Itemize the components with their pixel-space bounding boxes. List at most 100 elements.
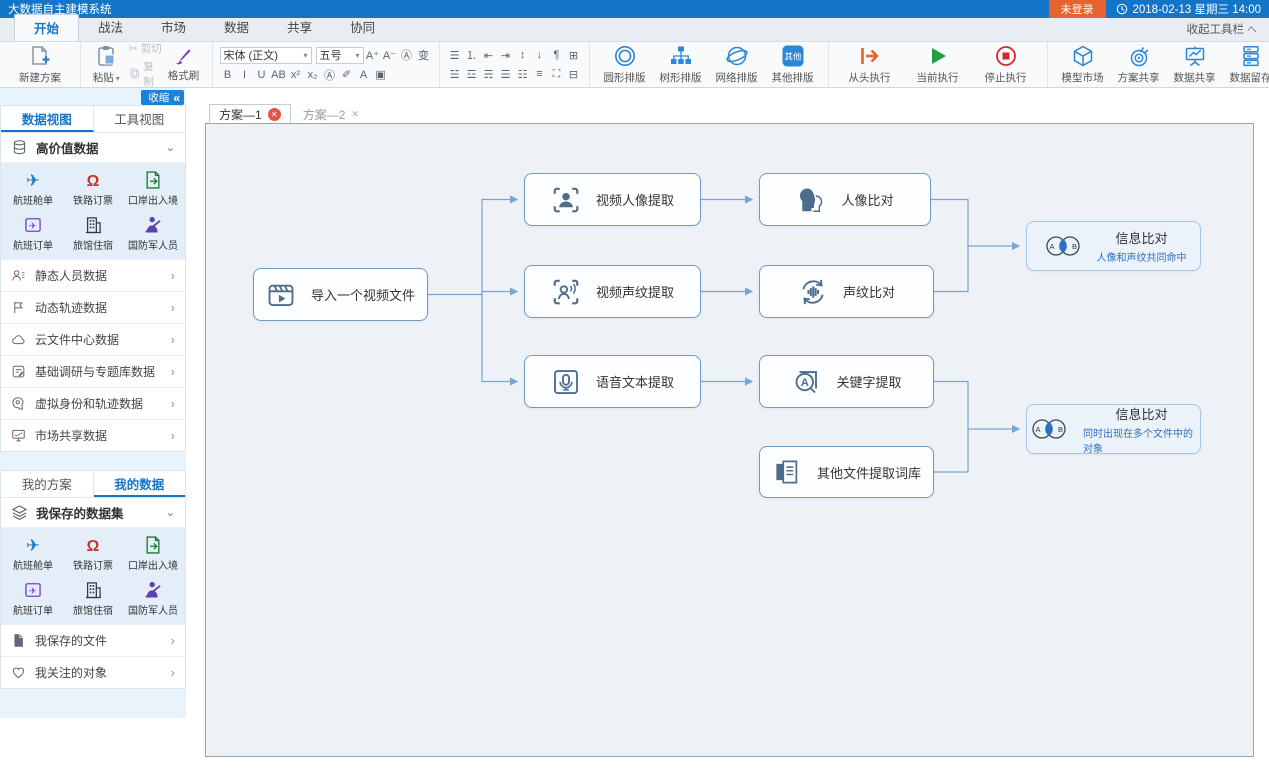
copy-button[interactable]: 复制 [129,59,163,89]
manage-button[interactable]: 模型市场 [1055,44,1111,85]
format-painter-button[interactable]: 格式刷 [162,46,204,83]
close-icon[interactable] [268,108,281,121]
font-style-button[interactable]: Ⓐ [322,67,338,83]
font-style-button[interactable]: AB [271,67,287,83]
paragraph-button[interactable]: ⛶ [549,66,565,82]
my-item-row[interactable]: 我保存的文件 [1,624,185,656]
font-effect-button[interactable]: A⁺ [365,47,381,63]
ribbon-tab[interactable]: 协同 [331,14,394,41]
font-style-button[interactable]: I [237,67,253,83]
ribbon-tab[interactable]: 共享 [268,14,331,41]
paragraph-button[interactable]: ☷ [515,66,531,82]
layout-button[interactable]: 树形排版 [653,44,709,85]
dataset-item[interactable]: 航班订单 [3,211,63,256]
plan-tab[interactable]: 方案—2 [293,104,369,123]
paragraph-button[interactable]: ☰ [447,47,463,63]
paragraph-button[interactable]: ☰ [498,66,514,82]
login-status-badge[interactable]: 未登录 [1049,0,1106,18]
panel-tab[interactable]: 我的数据 [94,471,186,497]
flow-node-speech-text-extract[interactable]: 语音文本提取 [524,355,701,408]
flow-node-voiceprint-compare[interactable]: 声纹比对 [759,265,934,318]
layout-button[interactable]: 圆形排版 [597,44,653,85]
paragraph-button[interactable]: ⊞ [566,47,582,63]
dataset-item[interactable]: 国防军人员 [123,576,183,621]
ribbon-tab[interactable]: 数据 [205,14,268,41]
manage-button[interactable]: 数据留存 [1223,44,1269,85]
paragraph-button[interactable]: ⇥ [498,47,514,63]
ribbon-tab[interactable]: 开始 [14,14,79,41]
flow-node-video-face-extract[interactable]: 视频人像提取 [524,173,701,226]
paragraph-button[interactable]: ☱ [447,66,463,82]
paragraph-button[interactable]: ↓ [532,47,548,63]
paragraph-button[interactable]: ⇤ [481,47,497,63]
flow-node-keyword-extract[interactable]: 关键字提取 [759,355,934,408]
data-category-row[interactable]: 静态人员数据 [1,259,185,291]
execute-button[interactable]: 停止执行 [972,44,1040,85]
dataset-item[interactable]: 旅馆住宿 [63,576,123,621]
font-style-button[interactable]: A [356,67,372,83]
dataset-item[interactable]: 航班舱单 [3,531,63,576]
section-saved-datasets[interactable]: 我保存的数据集 [1,498,185,528]
ribbon-tab[interactable]: 市场 [142,14,205,41]
flow-canvas[interactable]: 导入一个视频文件 视频人像提取 视频声纹提取 语音文本提取 人像比对 声纹比对 … [205,123,1254,757]
font-size-select[interactable]: 五号 [316,47,364,64]
panel-tab[interactable]: 我的方案 [1,471,94,497]
my-item-row[interactable]: 我关注的对象 [1,656,185,688]
item-icon [11,665,26,680]
paragraph-button[interactable]: ↕ [515,47,531,63]
close-icon[interactable] [351,109,359,120]
data-category-row[interactable]: 云文件中心数据 [1,323,185,355]
execute-button[interactable]: 当前执行 [904,44,972,85]
dataset-item[interactable]: 口岸出入境 [123,166,183,211]
flow-node-info-compare-2[interactable]: 信息比对 同时出现在多个文件中的对象 [1026,404,1201,454]
panel-tab[interactable]: 工具视图 [94,106,186,132]
font-effect-button[interactable]: 变 [416,47,432,63]
paste-button[interactable]: 粘贴 [88,44,125,85]
data-category-row[interactable]: 市场共享数据 [1,419,185,451]
font-effect-button[interactable]: A⁻ [382,47,398,63]
data-category-row[interactable]: 动态轨迹数据 [1,291,185,323]
manage-button[interactable]: 方案共享 [1111,44,1167,85]
dataset-item[interactable]: 航班订单 [3,576,63,621]
paragraph-button[interactable]: ⒈ [464,47,480,63]
panel-tab[interactable]: 数据视图 [1,106,94,132]
dataset-item[interactable]: 铁路订票 [63,166,123,211]
font-style-button[interactable]: ▣ [373,67,389,83]
paragraph-button[interactable]: ☲ [464,66,480,82]
flow-node-info-compare-1[interactable]: 信息比对 人像和声纹共同命中 [1026,221,1201,271]
dataset-item[interactable]: 旅馆住宿 [63,211,123,256]
section-high-value-data[interactable]: 高价值数据 [1,133,185,163]
collapse-toolbar-button[interactable]: 收起工具栏 [1187,21,1258,41]
flow-node-other-files-lexicon[interactable]: 其他文件提取词库 [759,446,934,498]
manage-button[interactable]: 数据共享 [1167,44,1223,85]
flow-node-video-voiceprint-extract[interactable]: 视频声纹提取 [524,265,701,318]
category-icon [11,428,26,443]
layout-button[interactable]: 网络排版 [709,44,765,85]
cut-button[interactable]: 剪切 [129,41,163,56]
font-effect-button[interactable]: Ⓐ [399,47,415,63]
dataset-item[interactable]: 航班舱单 [3,166,63,211]
dataset-item[interactable]: 国防军人员 [123,211,183,256]
font-style-button[interactable]: ✐ [339,67,355,83]
paragraph-button[interactable]: ≡ [532,66,548,82]
ribbon-tab[interactable]: 战法 [79,14,142,41]
font-style-button[interactable]: x₂ [305,67,321,83]
layout-button[interactable]: 其他排版 [765,44,821,85]
sidebar-collapse-button[interactable]: 收缩 [141,90,184,105]
font-style-button[interactable]: B [220,67,236,83]
font-style-button[interactable]: U [254,67,270,83]
paragraph-button[interactable]: ⊟ [566,66,582,82]
font-family-select[interactable]: 宋体 (正文) [220,47,312,64]
data-category-row[interactable]: 虚拟身份和轨迹数据 [1,387,185,419]
plan-tab[interactable]: 方案—1 [209,104,291,123]
paragraph-button[interactable]: ¶ [549,47,565,63]
dataset-item[interactable]: 口岸出入境 [123,531,183,576]
paragraph-button[interactable]: ☴ [481,66,497,82]
font-style-button[interactable]: x² [288,67,304,83]
flow-node-face-compare[interactable]: 人像比对 [759,173,931,226]
data-category-row[interactable]: 基础调研与专题库数据 [1,355,185,387]
execute-button[interactable]: 从头执行 [836,44,904,85]
new-plan-button[interactable]: 新建方案 [7,44,73,85]
dataset-item[interactable]: 铁路订票 [63,531,123,576]
flow-node-import-video[interactable]: 导入一个视频文件 [253,268,428,321]
